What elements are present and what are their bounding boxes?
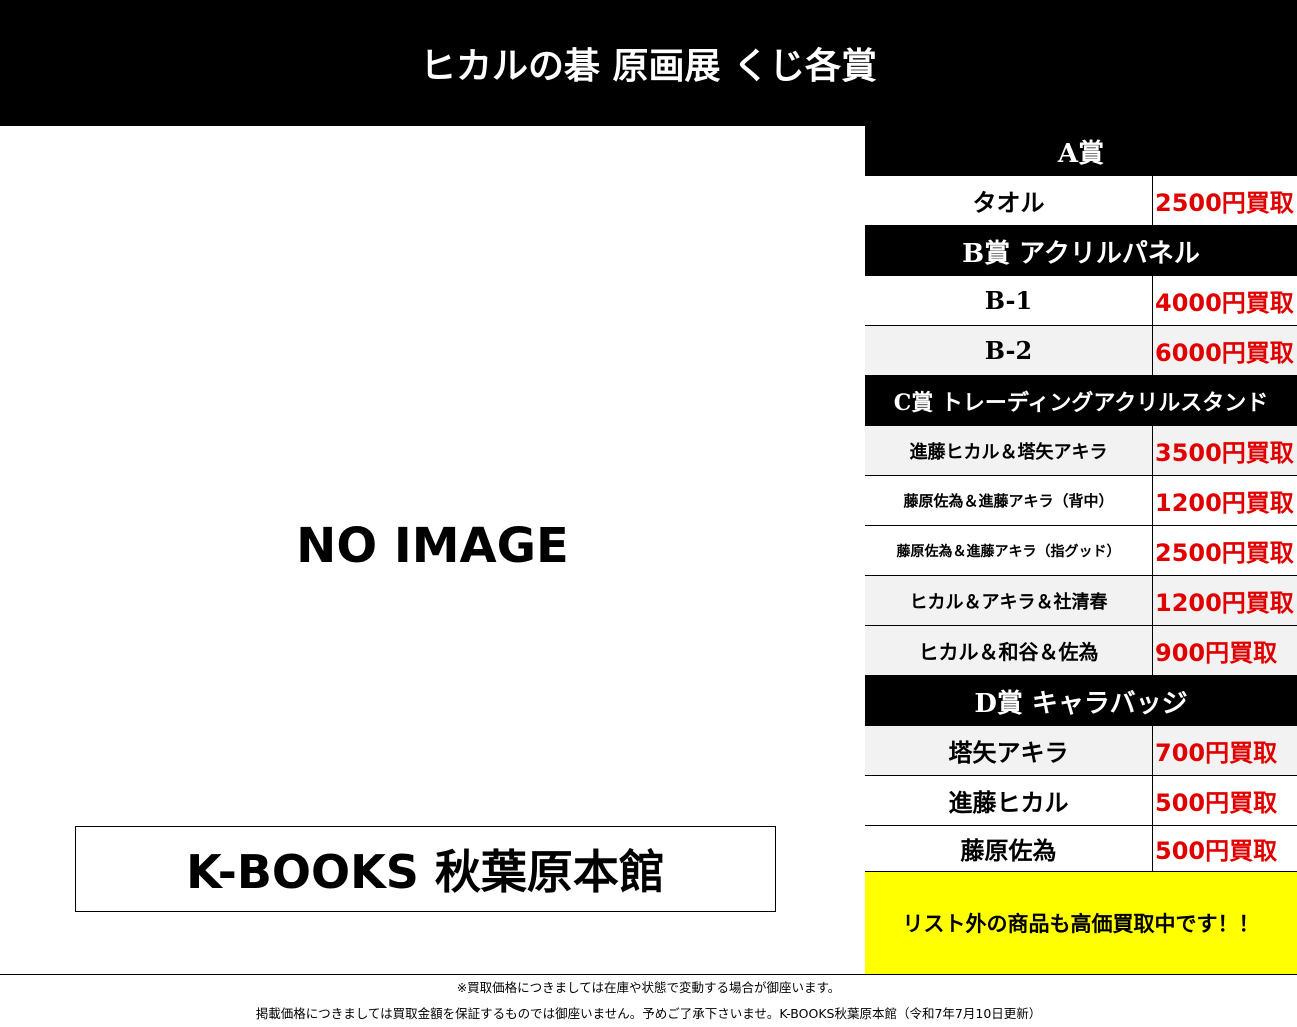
item-price: 900円買取 (1155, 639, 1278, 667)
item-name: 藤原佐為＆進藤アキラ（背中） (865, 476, 1153, 525)
section-header-a: A賞 (865, 126, 1297, 176)
footer-note-1: ※買取価格につきましては在庫や状態で変動する場合が御座います。 (456, 980, 841, 995)
item-name: 進藤ヒカル＆塔矢アキラ (865, 426, 1153, 475)
item-name: B-1 (865, 276, 1153, 325)
item-price: 1200円買取 (1155, 589, 1294, 617)
item-price: 2500円買取 (1155, 189, 1294, 217)
item-name: 進藤ヒカル (865, 776, 1153, 825)
product-image-area: NO IMAGE K-BOOKS 秋葉原本館 (0, 126, 866, 974)
footer-note-2: 掲載価格につきましては買取金額を保証するものでは御座いません。予めご了承下さいま… (255, 1006, 1042, 1021)
footer: ※買取価格につきましては在庫や状態で変動する場合が御座います。 掲載価格につきま… (0, 974, 1297, 1027)
price-row: 進藤ヒカル＆塔矢アキラ 3500円買取 (865, 426, 1297, 476)
price-row: 藤原佐為 500円買取 (865, 826, 1297, 872)
price-row: 藤原佐為＆進藤アキラ（指グッド） 2500円買取 (865, 526, 1297, 576)
price-table: A賞 タオル 2500円買取 B賞 アクリルパネル B-1 4000円買取 B-… (865, 126, 1297, 974)
section-header-c: C賞 トレーディングアクリルスタンド (865, 376, 1297, 426)
price-row: 進藤ヒカル 500円買取 (865, 776, 1297, 826)
price-row: B-1 4000円買取 (865, 276, 1297, 326)
page-title: ヒカルの碁 原画展 くじ各賞 (419, 45, 878, 87)
item-name: 藤原佐為＆進藤アキラ（指グッド） (865, 526, 1153, 575)
price-row: 藤原佐為＆進藤アキラ（背中） 1200円買取 (865, 476, 1297, 526)
no-image-placeholder: NO IMAGE (296, 518, 569, 574)
section-header-d: D賞 キャラバッジ (865, 676, 1297, 726)
item-name: 塔矢アキラ (865, 726, 1153, 775)
item-price: 2500円買取 (1155, 539, 1294, 567)
item-name: タオル (865, 176, 1153, 225)
item-price: 1200円買取 (1155, 489, 1294, 517)
price-row: ヒカル＆アキラ＆社清春 1200円買取 (865, 576, 1297, 626)
store-name-box: K-BOOKS 秋葉原本館 (75, 826, 776, 912)
item-name: B-2 (865, 326, 1153, 375)
price-row: 塔矢アキラ 700円買取 (865, 726, 1297, 776)
item-price: 6000円買取 (1155, 339, 1294, 367)
notice-banner: リスト外の商品も高価買取中です！！ (865, 872, 1297, 974)
section-header-b: B賞 アクリルパネル (865, 226, 1297, 276)
price-row: ヒカル＆和谷＆佐為 900円買取 (865, 626, 1297, 676)
price-row: B-2 6000円買取 (865, 326, 1297, 376)
notice-text: リスト外の商品も高価買取中です！！ (902, 912, 1260, 936)
item-name: 藤原佐為 (865, 826, 1153, 871)
item-price: 4000円買取 (1155, 289, 1294, 317)
item-name: ヒカル＆アキラ＆社清春 (865, 576, 1153, 625)
item-price: 500円買取 (1155, 789, 1278, 817)
item-name: ヒカル＆和谷＆佐為 (865, 626, 1153, 675)
item-price: 500円買取 (1155, 837, 1278, 865)
price-row: タオル 2500円買取 (865, 176, 1297, 226)
item-price: 700円買取 (1155, 739, 1278, 767)
page-header: ヒカルの碁 原画展 くじ各賞 (0, 0, 1297, 126)
store-name: K-BOOKS 秋葉原本館 (186, 845, 665, 899)
item-price: 3500円買取 (1155, 439, 1294, 467)
